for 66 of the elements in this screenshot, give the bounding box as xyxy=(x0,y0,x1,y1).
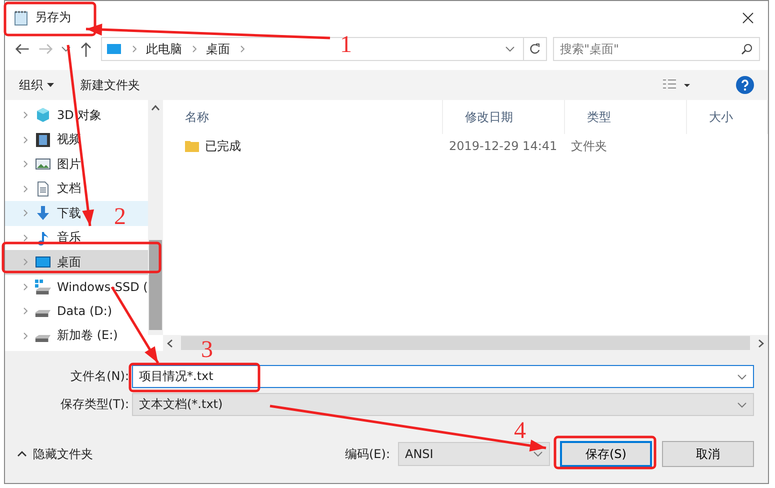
window-title: 另存为 xyxy=(35,9,71,26)
sidebar-item[interactable]: Data (D:) xyxy=(5,299,148,324)
sidebar-item[interactable]: 3D 对象 xyxy=(5,103,148,128)
column-header[interactable]: 名称 xyxy=(163,100,443,134)
computer-icon xyxy=(106,41,122,57)
cube-icon xyxy=(35,107,51,124)
expand-chevron-icon[interactable] xyxy=(21,184,29,193)
expand-chevron-icon[interactable] xyxy=(21,332,29,340)
refresh-icon xyxy=(529,43,541,55)
filename-field[interactable]: 项目情况*.txt xyxy=(132,365,754,388)
chevron-icon[interactable] xyxy=(190,45,198,53)
scroll-left-icon[interactable] xyxy=(167,338,173,348)
search-field[interactable]: 搜索"桌面" xyxy=(553,37,760,61)
help-icon[interactable] xyxy=(736,76,754,94)
encoding-label: 编码(E): xyxy=(345,446,390,462)
column-header[interactable]: 类型 xyxy=(565,100,687,134)
caret-icon xyxy=(47,83,54,87)
file-type-label: 保存类型(T): xyxy=(59,396,129,413)
drive-icon xyxy=(35,334,51,342)
view-options-icon[interactable] xyxy=(662,79,690,91)
step-number: 4 xyxy=(514,419,526,443)
filename-label: 文件名(N): xyxy=(70,368,129,385)
sidebar-item[interactable]: 图片 xyxy=(5,152,148,176)
cancel-button[interactable]: 取消 xyxy=(662,441,754,467)
column-header[interactable]: 大小 xyxy=(687,100,768,134)
organize-menu[interactable]: 组织 xyxy=(19,76,54,94)
sidebar-item[interactable]: Windows-SSD ( xyxy=(5,274,148,299)
expand-chevron-icon[interactable] xyxy=(21,136,29,144)
date-cell-text: 2019-12-29 14:41 xyxy=(448,139,558,153)
scroll-right-icon[interactable] xyxy=(758,338,764,348)
folder-icon xyxy=(185,140,199,152)
scroll-up-icon[interactable] xyxy=(151,105,160,111)
caret-up-icon xyxy=(17,451,27,457)
search-icon xyxy=(741,43,753,55)
type-cell-text: 文件夹 xyxy=(570,138,608,154)
encoding-dropdown[interactable]: ANSI xyxy=(398,442,550,466)
document-icon xyxy=(35,180,51,197)
breadcrumb-item[interactable]: 桌面 xyxy=(206,40,230,58)
save-button[interactable]: 保存(S) xyxy=(560,441,652,467)
breadcrumb-item[interactable]: 此电脑 xyxy=(146,40,182,58)
film-icon xyxy=(35,132,51,148)
expand-chevron-icon[interactable] xyxy=(21,234,29,242)
download-icon xyxy=(35,205,51,222)
new-folder-button[interactable]: 新建文件夹 xyxy=(80,76,140,94)
expand-chevron-icon[interactable] xyxy=(21,307,29,316)
drive-icon xyxy=(35,278,51,295)
file-name-cell[interactable]: 已完成 xyxy=(163,138,443,154)
expand-chevron-icon[interactable] xyxy=(21,160,29,168)
picture-icon xyxy=(35,156,51,172)
drive-icon xyxy=(35,310,51,318)
step-number: 3 xyxy=(201,338,213,362)
sidebar-item[interactable]: 新加卷 (E:) xyxy=(5,324,148,348)
expand-chevron-icon[interactable] xyxy=(21,258,29,266)
sidebar-item[interactable]: 文档 xyxy=(5,176,148,201)
chevron-icon[interactable] xyxy=(238,45,246,53)
desktop-icon xyxy=(35,254,51,270)
vertical-scrollbar[interactable] xyxy=(148,100,163,335)
expand-chevron-icon[interactable] xyxy=(21,209,29,218)
expand-chevron-icon[interactable] xyxy=(21,282,29,291)
hide-folders-toggle[interactable]: 隐藏文件夹 xyxy=(17,446,93,462)
column-header[interactable]: 修改日期 xyxy=(443,100,565,134)
file-type-dropdown[interactable]: 文本文档(*.txt) xyxy=(132,393,754,416)
chevron-icon[interactable] xyxy=(130,45,138,53)
expand-chevron-icon[interactable] xyxy=(21,111,29,120)
notepad-icon xyxy=(13,10,29,26)
close-icon xyxy=(742,12,754,24)
